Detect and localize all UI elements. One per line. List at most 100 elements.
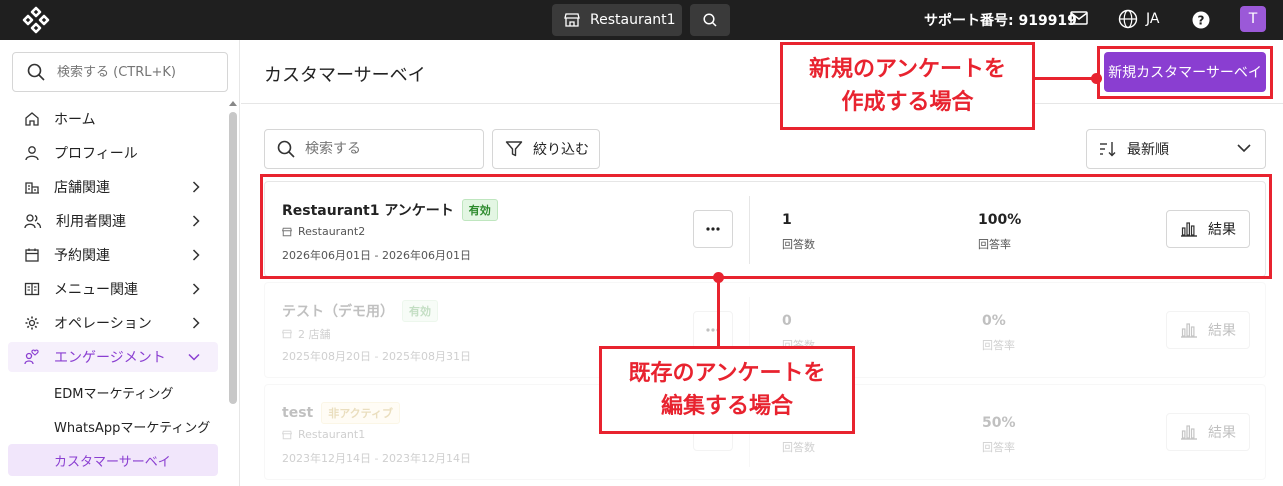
sort-label: 最新順 xyxy=(1127,142,1169,158)
existing-survey-highlight-box xyxy=(260,174,1272,279)
store-icon xyxy=(25,182,39,194)
filter-label: 絞り込む xyxy=(533,142,589,158)
survey-store-name: Restaurant1 xyxy=(298,428,366,441)
response-rate: 0% xyxy=(982,313,1006,329)
sidebar-item-profile[interactable]: プロフィール xyxy=(8,138,218,168)
top-bar: Restaurant1 サポート番号: 919919 JA ? T xyxy=(0,0,1283,40)
sidebar: ホーム プロフィール 店舗関連 利用者関連 予約関連 メニュー関連 オペレーショ… xyxy=(0,40,240,486)
survey-period: 2023年12月14日 - 2023年12月14日 xyxy=(282,452,471,465)
store-icon xyxy=(282,329,292,339)
more-options-button[interactable] xyxy=(693,311,733,349)
chevron-right-icon xyxy=(192,317,200,329)
sidebar-item-label: プロフィール xyxy=(54,146,138,162)
sidebar-item-engagement[interactable]: エンゲージメント xyxy=(8,342,218,372)
store-icon xyxy=(282,430,292,439)
engagement-icon xyxy=(24,349,39,365)
mail-icon[interactable] xyxy=(1070,11,1088,25)
sidebar-item-label: 利用者関連 xyxy=(56,214,126,230)
users-icon xyxy=(24,214,42,229)
sidebar-item-label: エンゲージメント xyxy=(54,350,166,366)
sidebar-subitem-label: カスタマーサーベイ xyxy=(54,454,171,470)
app-logo-icon[interactable] xyxy=(22,6,50,34)
sidebar-subitem-customer-survey[interactable]: カスタマーサーベイ xyxy=(8,444,218,476)
chevron-right-icon xyxy=(192,283,200,295)
header-divider xyxy=(241,103,1283,104)
existing-survey-connector-line xyxy=(717,279,720,347)
sidebar-subitem-label: WhatsAppマーケティング xyxy=(54,420,211,436)
sidebar-item-menu[interactable]: メニュー関連 xyxy=(8,274,218,304)
sidebar-search-input[interactable] xyxy=(57,64,227,80)
edit-callout: 既存のアンケートを 編集する場合 xyxy=(599,346,855,434)
results-button[interactable]: 結果 xyxy=(1166,311,1250,349)
response-count: 0 xyxy=(782,313,792,329)
response-rate-label: 回答率 xyxy=(982,441,1015,454)
edit-callout-line2: 編集する場合 xyxy=(660,394,793,419)
calendar-icon xyxy=(25,248,39,262)
language-selector[interactable]: JA xyxy=(1118,9,1159,29)
filter-icon xyxy=(505,141,523,157)
home-icon xyxy=(25,112,39,126)
user-icon xyxy=(25,146,39,161)
chevron-right-icon xyxy=(192,181,200,193)
response-rate-label: 回答率 xyxy=(982,339,1015,352)
create-callout-line1: 新規のアンケートを xyxy=(808,57,1007,82)
results-button[interactable]: 結果 xyxy=(1166,413,1250,451)
scroll-up-icon[interactable] xyxy=(229,100,237,106)
sidebar-subitem-whatsapp[interactable]: WhatsAppマーケティング xyxy=(8,410,218,442)
status-badge: 有効 xyxy=(402,300,438,322)
sidebar-scrollbar[interactable] xyxy=(229,112,237,404)
support-number: サポート番号: 919919 xyxy=(924,13,1077,29)
survey-period: 2025年08月20日 - 2025年08月31日 xyxy=(282,350,471,363)
filter-button[interactable]: 絞り込む xyxy=(492,129,600,169)
survey-title: test 非アクティブ xyxy=(282,402,401,424)
cog-icon xyxy=(25,316,39,330)
survey-store: Restaurant1 xyxy=(282,428,365,441)
avatar[interactable]: T xyxy=(1240,6,1266,32)
store-selector-button[interactable]: Restaurant1 xyxy=(552,4,682,36)
chevron-down-icon xyxy=(188,353,200,361)
create-callout-line2: 作成する場合 xyxy=(841,90,974,115)
survey-title: テスト（デモ用） 有効 xyxy=(282,300,438,322)
survey-store-name: 2 店舗 xyxy=(298,328,331,341)
search-icon xyxy=(27,63,45,81)
search-icon xyxy=(277,140,295,158)
edit-callout-line1: 既存のアンケートを xyxy=(628,361,826,386)
store-icon xyxy=(564,13,580,27)
search-icon xyxy=(703,13,717,27)
globe-icon xyxy=(1118,9,1138,29)
store-name: Restaurant1 xyxy=(590,12,676,28)
svg-text:?: ? xyxy=(1198,14,1205,28)
survey-name: テスト（デモ用） xyxy=(282,304,394,320)
sidebar-item-label: メニュー関連 xyxy=(54,282,138,298)
sidebar-item-label: ホーム xyxy=(54,112,96,128)
sidebar-item-operations[interactable]: オペレーション xyxy=(8,308,218,338)
bar-chart-icon xyxy=(1181,425,1197,440)
sort-icon xyxy=(1100,142,1116,157)
chevron-right-icon xyxy=(192,249,200,261)
new-survey-connector-dot xyxy=(1091,73,1102,84)
survey-search-input[interactable] xyxy=(305,141,465,157)
page-title: カスタマーサーベイ xyxy=(264,65,426,86)
sidebar-subitem-edm[interactable]: EDMマーケティング xyxy=(8,376,218,408)
menu-book-icon xyxy=(24,282,40,296)
sidebar-search[interactable] xyxy=(12,52,228,92)
results-label: 結果 xyxy=(1208,425,1236,441)
sidebar-item-users[interactable]: 利用者関連 xyxy=(8,206,218,236)
survey-name: test xyxy=(282,405,314,421)
sidebar-item-stores[interactable]: 店舗関連 xyxy=(8,172,218,202)
chevron-down-icon xyxy=(1237,144,1251,153)
sidebar-item-label: 店舗関連 xyxy=(54,180,110,196)
survey-search[interactable] xyxy=(264,129,484,169)
sidebar-item-label: 予約関連 xyxy=(54,248,110,264)
sidebar-item-label: オペレーション xyxy=(54,316,152,332)
help-icon[interactable]: ? xyxy=(1192,11,1210,29)
results-label: 結果 xyxy=(1208,323,1236,339)
top-search-button[interactable] xyxy=(690,4,730,36)
sidebar-item-reservations[interactable]: 予約関連 xyxy=(8,240,218,270)
sidebar-item-home[interactable]: ホーム xyxy=(8,104,218,134)
create-callout: 新規のアンケートを 作成する場合 xyxy=(780,42,1035,130)
response-rate: 50% xyxy=(982,415,1016,431)
language-label: JA xyxy=(1146,11,1160,27)
sort-select[interactable]: 最新順 xyxy=(1086,129,1266,169)
response-count-label: 回答数 xyxy=(782,441,815,454)
